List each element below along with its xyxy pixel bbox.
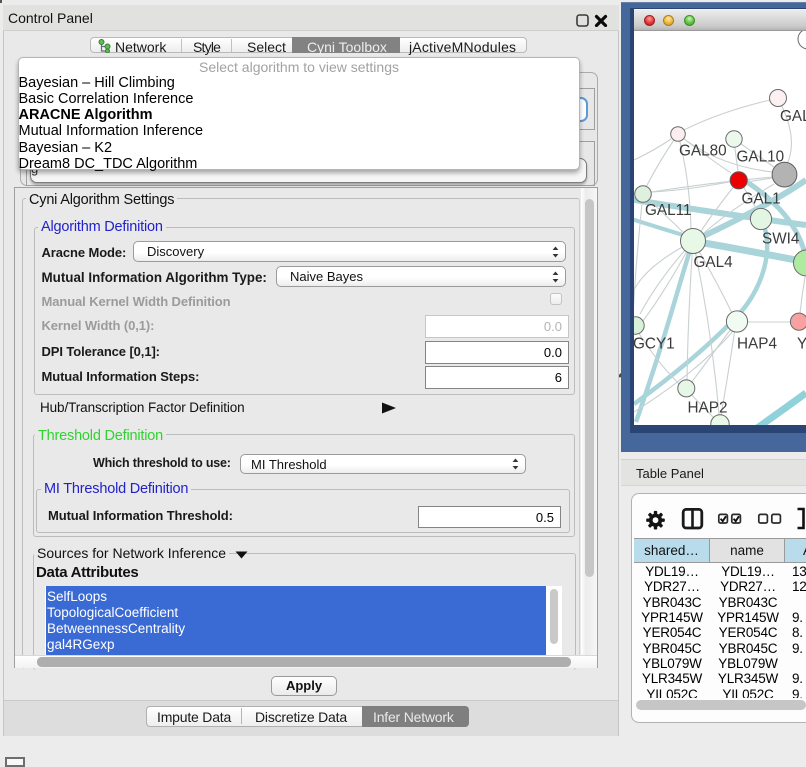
svg-text:GAL80: GAL80: [679, 143, 727, 160]
svg-text:GCY1: GCY1: [634, 336, 675, 353]
svg-text:SWI4: SWI4: [762, 231, 800, 248]
svg-text:GAL1: GAL1: [742, 191, 781, 208]
svg-text:GAL11: GAL11: [645, 202, 692, 219]
svg-text:GAL10: GAL10: [737, 149, 785, 166]
svg-text:GAL: GAL: [780, 108, 806, 125]
svg-text:HAP2: HAP2: [688, 400, 728, 417]
svg-text:GAL4: GAL4: [694, 254, 734, 271]
svg-text:Y: Y: [797, 336, 806, 353]
svg-text:HAP4: HAP4: [737, 336, 777, 353]
